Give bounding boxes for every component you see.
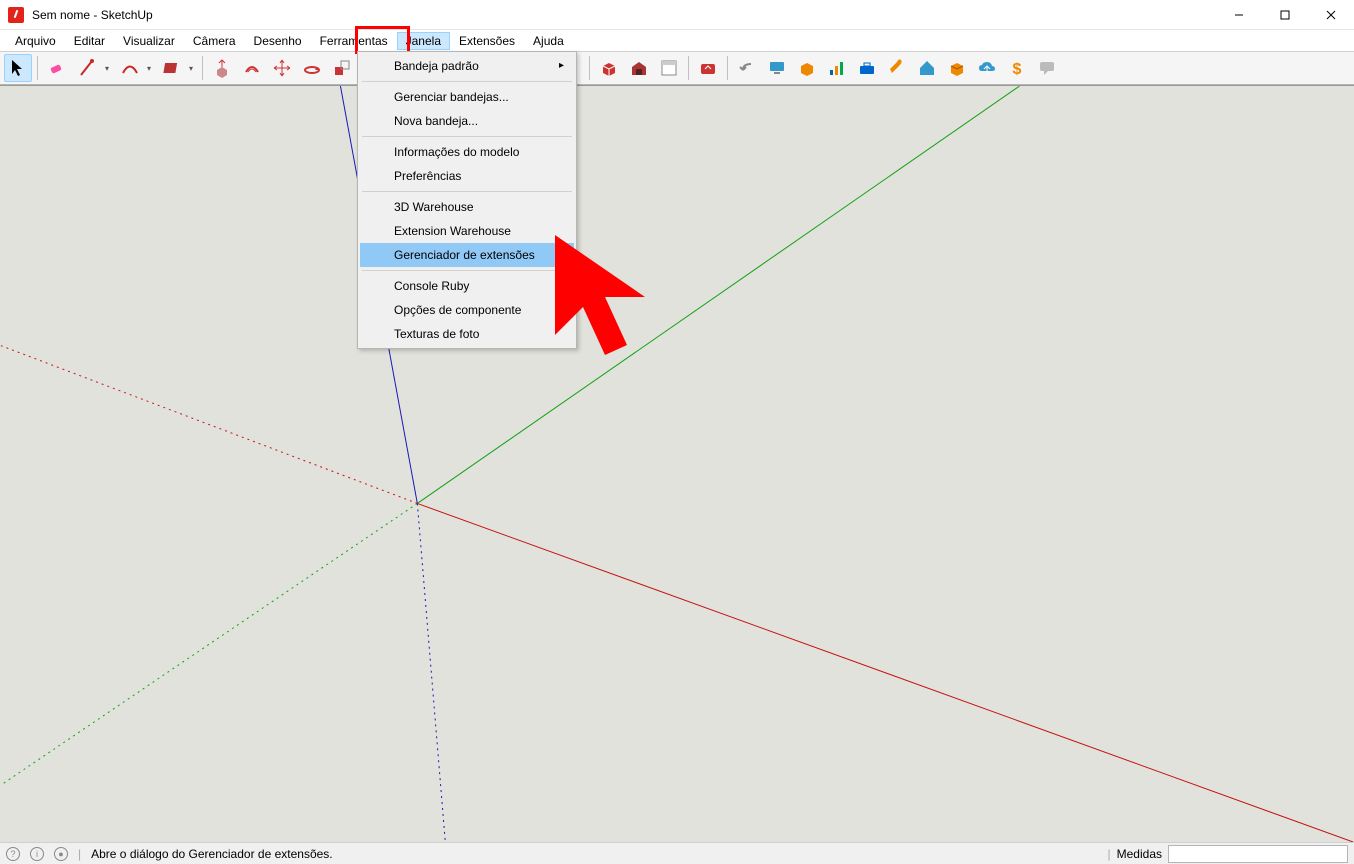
tool-eraser[interactable] — [43, 54, 71, 82]
toolbar-separator — [589, 56, 590, 80]
status-info-icon[interactable]: ? — [6, 847, 20, 861]
menu-desenho[interactable]: Desenho — [245, 32, 311, 50]
tool-cloud-upload[interactable] — [973, 54, 1001, 82]
measure-input[interactable] — [1168, 845, 1348, 863]
menu-visualizar[interactable]: Visualizar — [114, 32, 184, 50]
status-separator: | — [1108, 847, 1111, 861]
tool-rotate[interactable] — [298, 54, 326, 82]
tool-dollar[interactable]: $ — [1003, 54, 1031, 82]
menu-item-label: Bandeja padrão — [394, 59, 479, 73]
statusbar: ? i ● | Abre o diálogo do Gerenciador de… — [0, 842, 1354, 864]
menu-item-label: Nova bandeja... — [394, 114, 478, 128]
menu-item-label: Texturas de foto — [394, 327, 479, 341]
titlebar: Sem nome - SketchUp — [0, 0, 1354, 30]
menu-item-label: Preferências — [394, 169, 461, 183]
tool-package[interactable] — [793, 54, 821, 82]
app-icon — [8, 7, 24, 23]
menu-editar[interactable]: Editar — [65, 32, 114, 50]
menu-separator — [362, 136, 572, 137]
menu-item-3d-warehouse[interactable]: 3D Warehouse — [360, 195, 574, 219]
tool-push-pull[interactable] — [208, 54, 236, 82]
window-title: Sem nome - SketchUp — [32, 8, 153, 22]
tool-move[interactable] — [268, 54, 296, 82]
menu-extensoes[interactable]: Extensões — [450, 32, 524, 50]
tool-component[interactable] — [595, 54, 623, 82]
viewport-axes — [0, 86, 1354, 842]
menu-item-preferencias[interactable]: Preferências — [360, 164, 574, 188]
tool-select[interactable] — [4, 54, 32, 82]
menu-camera[interactable]: Câmera — [184, 32, 245, 50]
menu-item-texturas-foto[interactable]: Texturas de foto — [360, 322, 574, 346]
tool-line-dropdown[interactable] — [73, 54, 113, 82]
viewport-canvas[interactable] — [0, 85, 1354, 842]
tool-layout[interactable] — [655, 54, 683, 82]
menu-separator — [362, 270, 572, 271]
menu-item-label: Gerenciador de extensões — [394, 248, 535, 262]
toolbar-separator — [727, 56, 728, 80]
tool-extension-warehouse[interactable] — [694, 54, 722, 82]
menu-item-label: Opções de componente — [394, 303, 521, 317]
menu-item-label: Extension Warehouse — [394, 224, 511, 238]
status-icons: ? i ● — [6, 847, 68, 861]
minimize-button[interactable] — [1216, 0, 1262, 30]
menu-item-label: Gerenciar bandejas... — [394, 90, 509, 104]
menu-item-console-ruby[interactable]: Console Ruby — [360, 274, 574, 298]
tool-scale[interactable] — [328, 54, 356, 82]
tool-arc-dropdown[interactable] — [115, 54, 155, 82]
maximize-button[interactable] — [1262, 0, 1308, 30]
tool-monitor[interactable] — [763, 54, 791, 82]
close-button[interactable] — [1308, 0, 1354, 30]
tool-chat[interactable] — [1033, 54, 1061, 82]
menu-separator — [362, 81, 572, 82]
menu-janela[interactable]: Janela — [397, 32, 450, 50]
menu-janela-dropdown: Bandeja padrão ▸ Gerenciar bandejas... N… — [357, 51, 577, 349]
tool-house[interactable] — [913, 54, 941, 82]
menu-item-bandeja-padrao[interactable]: Bandeja padrão ▸ — [360, 54, 574, 78]
toolbar: $ — [0, 51, 1354, 85]
menu-item-informacoes-modelo[interactable]: Informações do modelo — [360, 140, 574, 164]
menu-item-opcoes-componente[interactable]: Opções de componente — [360, 298, 574, 322]
menu-item-extension-warehouse[interactable]: Extension Warehouse — [360, 219, 574, 243]
svg-text:$: $ — [1013, 61, 1022, 78]
toolbar-separator — [688, 56, 689, 80]
tool-shape-dropdown[interactable] — [157, 54, 197, 82]
tool-undo[interactable] — [733, 54, 761, 82]
menu-arquivo[interactable]: Arquivo — [6, 32, 65, 50]
tool-offset[interactable] — [238, 54, 266, 82]
tool-3d-warehouse[interactable] — [625, 54, 653, 82]
tool-chart[interactable] — [823, 54, 851, 82]
menu-ferramentas[interactable]: Ferramentas — [311, 32, 397, 50]
menu-separator — [362, 191, 572, 192]
status-geo-icon[interactable]: ● — [54, 847, 68, 861]
menu-item-label: 3D Warehouse — [394, 200, 474, 214]
toolbar-separator — [202, 56, 203, 80]
menu-item-gerenciador-extensoes[interactable]: Gerenciador de extensões — [360, 243, 574, 267]
status-separator: | — [78, 847, 81, 861]
status-user-icon[interactable]: i — [30, 847, 44, 861]
menu-item-gerenciar-bandejas[interactable]: Gerenciar bandejas... — [360, 85, 574, 109]
tool-tool[interactable] — [883, 54, 911, 82]
measure-label: Medidas — [1117, 847, 1162, 861]
window-controls — [1216, 0, 1354, 30]
menu-ajuda[interactable]: Ajuda — [524, 32, 573, 50]
menu-item-label: Informações do modelo — [394, 145, 519, 159]
submenu-arrow-icon: ▸ — [559, 60, 564, 71]
tool-box[interactable] — [943, 54, 971, 82]
menu-item-label: Console Ruby — [394, 279, 469, 293]
menubar: Arquivo Editar Visualizar Câmera Desenho… — [0, 30, 1354, 51]
toolbar-separator — [37, 56, 38, 80]
menu-item-nova-bandeja[interactable]: Nova bandeja... — [360, 109, 574, 133]
tool-toolbox[interactable] — [853, 54, 881, 82]
status-message: Abre o diálogo do Gerenciador de extensõ… — [91, 847, 333, 861]
